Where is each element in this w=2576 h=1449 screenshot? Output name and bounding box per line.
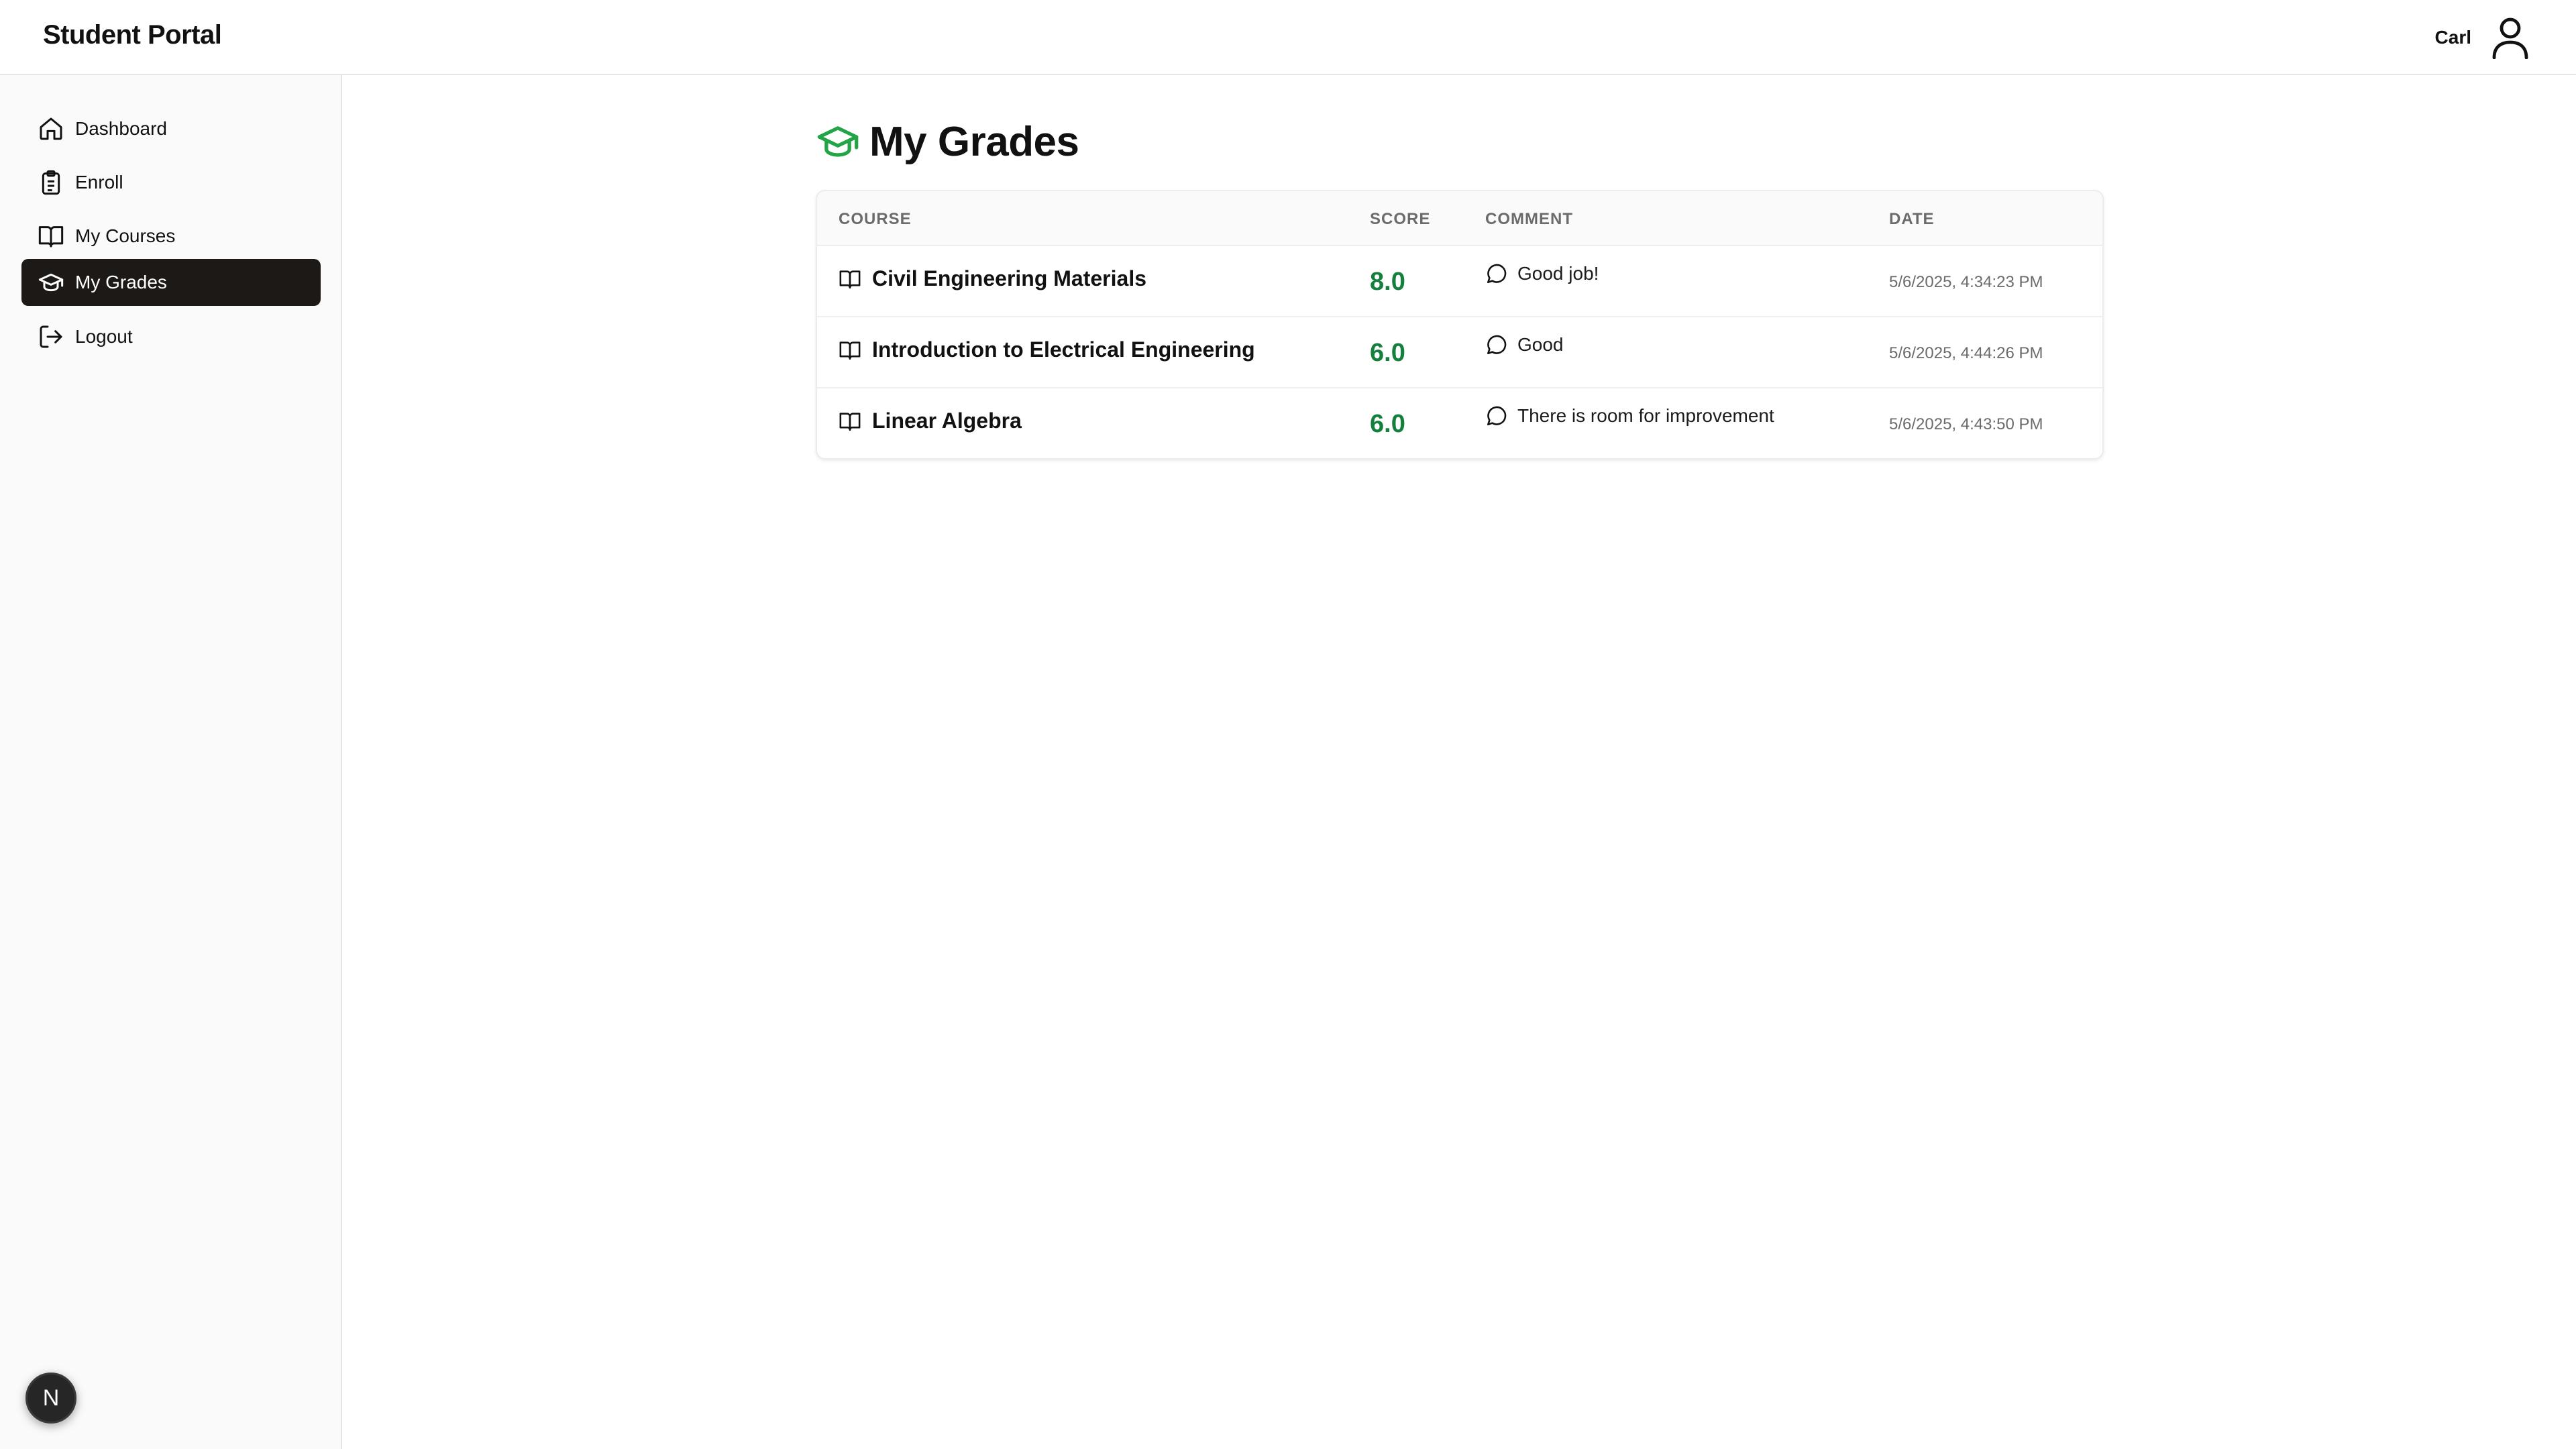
message-circle-icon (1487, 264, 1507, 284)
table-row: Civil Engineering Materials 8.0 Good job… (817, 246, 2102, 317)
user-name: Carl (2434, 27, 2471, 48)
logout-icon (40, 325, 62, 348)
page-title: My Grades (869, 119, 1079, 165)
book-open-icon (839, 270, 861, 288)
grades-table: COURSE SCORE COMMENT DATE Civil Engineer… (816, 190, 2104, 460)
comment-cell: Good (1485, 333, 1564, 356)
clipboard-icon (42, 170, 60, 195)
column-header-comment: COMMENT (1485, 210, 1573, 228)
home-icon (40, 117, 62, 140)
message-circle-icon (1487, 406, 1507, 426)
message-circle-icon (1487, 335, 1507, 355)
badge-letter: N (42, 1385, 60, 1411)
course-name: Linear Algebra (872, 409, 1022, 433)
course-cell: Introduction to Electrical Engineering (839, 337, 1255, 362)
sidebar-item-dashboard[interactable]: Dashboard (21, 105, 321, 152)
sidebar-item-logout[interactable]: Logout (21, 313, 321, 360)
sidebar-item-label: My Grades (75, 272, 167, 292)
book-open-icon (839, 412, 861, 431)
column-header-course: COURSE (839, 210, 912, 228)
book-open-icon (839, 341, 861, 360)
table-header: COURSE SCORE COMMENT DATE (817, 191, 2102, 246)
comment-cell: Good job! (1485, 262, 1599, 285)
column-header-date: DATE (1889, 210, 1935, 228)
date-value: 5/6/2025, 4:43:50 PM (1889, 415, 2043, 433)
date-value: 5/6/2025, 4:44:26 PM (1889, 344, 2043, 362)
score-value: 6.0 (1370, 410, 1405, 438)
user-menu[interactable]: Carl (2435, 16, 2530, 59)
graduation-cap-icon (38, 273, 64, 292)
date-value: 5/6/2025, 4:34:23 PM (1889, 273, 2043, 291)
sidebar-item-label: My Courses (75, 225, 176, 246)
course-name: Civil Engineering Materials (872, 266, 1146, 290)
sidebar-item-label: Logout (75, 326, 133, 347)
top-bar: Student Portal Carl (0, 0, 2576, 75)
page-header: My Grades (816, 118, 1079, 166)
course-cell: Civil Engineering Materials (839, 266, 1146, 291)
score-value: 6.0 (1370, 339, 1405, 367)
sidebar-item-my-grades[interactable]: My Grades (21, 259, 321, 306)
comment-cell: There is room for improvement (1485, 405, 1774, 427)
comment-text: Good (1517, 334, 1564, 355)
app-title: Student Portal (43, 20, 222, 50)
table-row: Introduction to Electrical Engineering 6… (817, 317, 2102, 388)
table-row: Linear Algebra 6.0 There is room for imp… (817, 388, 2102, 458)
sidebar-item-label: Enroll (75, 172, 123, 193)
column-header-score: SCORE (1370, 210, 1431, 228)
sidebar-item-my-courses[interactable]: My Courses (21, 213, 321, 260)
user-icon[interactable] (2490, 16, 2530, 59)
book-open-icon (38, 226, 64, 248)
comment-text: Good job! (1517, 263, 1599, 284)
score-value: 8.0 (1370, 268, 1405, 296)
sidebar-item-label: Dashboard (75, 118, 167, 139)
sidebar: Dashboard Enroll My Courses My Grades Lo… (0, 75, 342, 1449)
course-name: Introduction to Electrical Engineering (872, 337, 1255, 362)
dev-tools-badge[interactable]: N (25, 1373, 76, 1424)
sidebar-item-enroll[interactable]: Enroll (21, 159, 321, 206)
graduation-cap-icon (817, 125, 859, 157)
comment-text: There is room for improvement (1517, 405, 1774, 426)
course-cell: Linear Algebra (839, 409, 1022, 433)
